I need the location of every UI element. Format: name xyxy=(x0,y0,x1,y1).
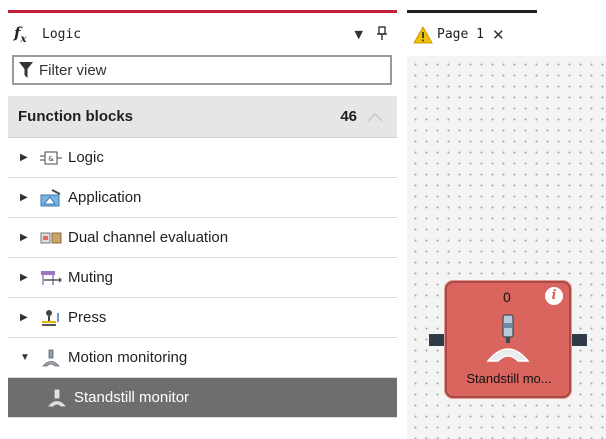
info-icon[interactable]: i xyxy=(545,287,563,305)
tree-item-standstill-monitor[interactable]: Standstill monitor xyxy=(8,378,397,418)
close-icon[interactable]: ✕ xyxy=(492,26,505,44)
block-counter: 0 xyxy=(503,289,511,305)
tree-item-logic[interactable]: ▶ & Logic xyxy=(8,138,397,178)
input-port[interactable] xyxy=(429,334,445,346)
dual-channel-icon xyxy=(40,229,62,247)
panel-title-bar: fx Logic ▼ xyxy=(8,13,397,55)
tree-item-label: Motion monitoring xyxy=(68,349,188,366)
expand-arrow-icon[interactable]: ▶ xyxy=(20,312,30,323)
press-icon xyxy=(40,309,62,327)
standstill-monitor-icon xyxy=(46,389,68,407)
tree-item-application[interactable]: ▶ Application xyxy=(8,178,397,218)
logic-canvas[interactable]: 0 i Standstill mo... xyxy=(407,56,606,439)
function-block-tree: ▶ & Logic ▶ Application ▶ Dual channel e… xyxy=(8,138,397,418)
expand-arrow-icon[interactable]: ▶ xyxy=(20,192,30,203)
section-count-badge: 46 xyxy=(340,108,357,125)
block-label: Standstill mo... xyxy=(466,371,552,386)
motion-monitoring-icon xyxy=(40,349,62,367)
logic-block-icon: & xyxy=(40,149,62,167)
expand-arrow-icon[interactable]: ▶ xyxy=(20,232,30,243)
tree-item-label: Application xyxy=(68,189,142,206)
warning-icon xyxy=(413,25,433,43)
tree-item-muting[interactable]: ▶ Muting xyxy=(8,258,397,298)
tree-item-label: Dual channel evaluation xyxy=(68,229,229,246)
muting-icon xyxy=(40,269,62,287)
expand-arrow-icon[interactable]: ▶ xyxy=(20,152,30,163)
funnel-filter-icon xyxy=(19,62,33,78)
svg-text:&: & xyxy=(48,155,54,163)
standstill-monitor-block[interactable]: 0 i Standstill mo... xyxy=(445,281,571,398)
logic-panel: fx Logic ▼ Function blocks 46 ▶ xyxy=(8,10,397,439)
chevron-up-icon[interactable] xyxy=(367,112,383,122)
output-port[interactable] xyxy=(571,334,587,346)
filter-input[interactable] xyxy=(37,60,371,80)
function-blocks-header[interactable]: Function blocks 46 xyxy=(8,96,397,138)
function-fx-icon: fx xyxy=(14,23,27,45)
pin-icon[interactable] xyxy=(377,25,387,43)
tree-item-label: Standstill monitor xyxy=(74,389,190,406)
tree-item-label: Logic xyxy=(68,149,104,166)
tree-item-label: Press xyxy=(68,309,107,326)
dropdown-arrow-icon[interactable]: ▼ xyxy=(355,28,363,41)
panel-title: Logic xyxy=(42,26,82,42)
tree-item-motion-monitoring[interactable]: ▼ Motion monitoring xyxy=(8,338,397,378)
tree-item-dual-channel[interactable]: ▶ Dual channel evaluation xyxy=(8,218,397,258)
expand-arrow-icon[interactable]: ▶ xyxy=(20,272,30,283)
section-title: Function blocks xyxy=(18,108,134,125)
tab-page-1[interactable]: Page 1 ✕ xyxy=(407,10,537,56)
tab-label: Page 1 xyxy=(437,27,484,42)
filter-view-box[interactable] xyxy=(12,55,392,85)
tree-item-label: Muting xyxy=(68,269,114,286)
tab-strip: Page 1 ✕ xyxy=(407,10,606,56)
collapse-arrow-icon[interactable]: ▼ xyxy=(20,352,30,363)
panel-title-controls: ▼ xyxy=(355,25,387,43)
tree-item-press[interactable]: ▶ Press xyxy=(8,298,397,338)
application-icon xyxy=(40,188,62,207)
editor-panel: Page 1 ✕ 0 i Standstill mo... xyxy=(407,0,606,439)
standstill-monitor-icon xyxy=(486,314,530,362)
